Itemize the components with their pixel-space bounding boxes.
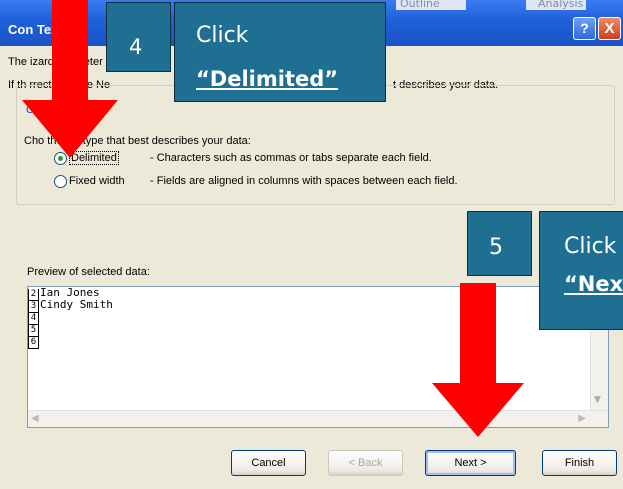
- preview-label: Preview of selected data:: [27, 266, 150, 278]
- background-tab-analysis: Analysis: [526, 0, 586, 10]
- step-5-callout: Click “Nex: [539, 211, 623, 330]
- preview-row: 3 Cindy Smith: [28, 298, 113, 313]
- red-arrow-down-icon: [22, 0, 118, 158]
- fixed-width-description: - Fields are aligned in columns with spa…: [150, 175, 458, 187]
- help-button[interactable]: ?: [573, 17, 596, 40]
- red-arrow-down-icon: [432, 283, 524, 437]
- next-button[interactable]: Next >: [425, 450, 516, 476]
- preview-row-text: Cindy Smith: [40, 298, 113, 311]
- preview-row: 5: [28, 323, 113, 337]
- close-button[interactable]: X: [598, 17, 621, 40]
- preview-row-number: 6: [28, 337, 39, 349]
- cancel-button[interactable]: Cancel: [231, 450, 306, 476]
- fixed-width-label[interactable]: Fixed width: [69, 175, 125, 187]
- preview-lines: 2 Ian Jones 3 Cindy Smith 4 5 6: [28, 287, 113, 349]
- step-4-badge: 4: [106, 2, 171, 72]
- scroll-right-arrow-icon[interactable]: ▶: [578, 413, 586, 424]
- back-button[interactable]: < Back: [328, 450, 403, 476]
- preview-row: 6: [28, 335, 113, 349]
- delimited-description: - Characters such as commas or tabs sepa…: [150, 152, 432, 164]
- preview-row: 4: [28, 311, 113, 325]
- background-tab-outline: Outline: [396, 0, 466, 10]
- step-5-badge: 5: [467, 211, 532, 276]
- step-4-callout: Click “Delimited”: [174, 2, 386, 102]
- finish-button[interactable]: Finish: [542, 450, 617, 476]
- scroll-down-arrow-icon[interactable]: ▼: [594, 395, 604, 405]
- scroll-left-arrow-icon[interactable]: ◀: [31, 413, 39, 424]
- fixed-width-radio[interactable]: [54, 175, 67, 188]
